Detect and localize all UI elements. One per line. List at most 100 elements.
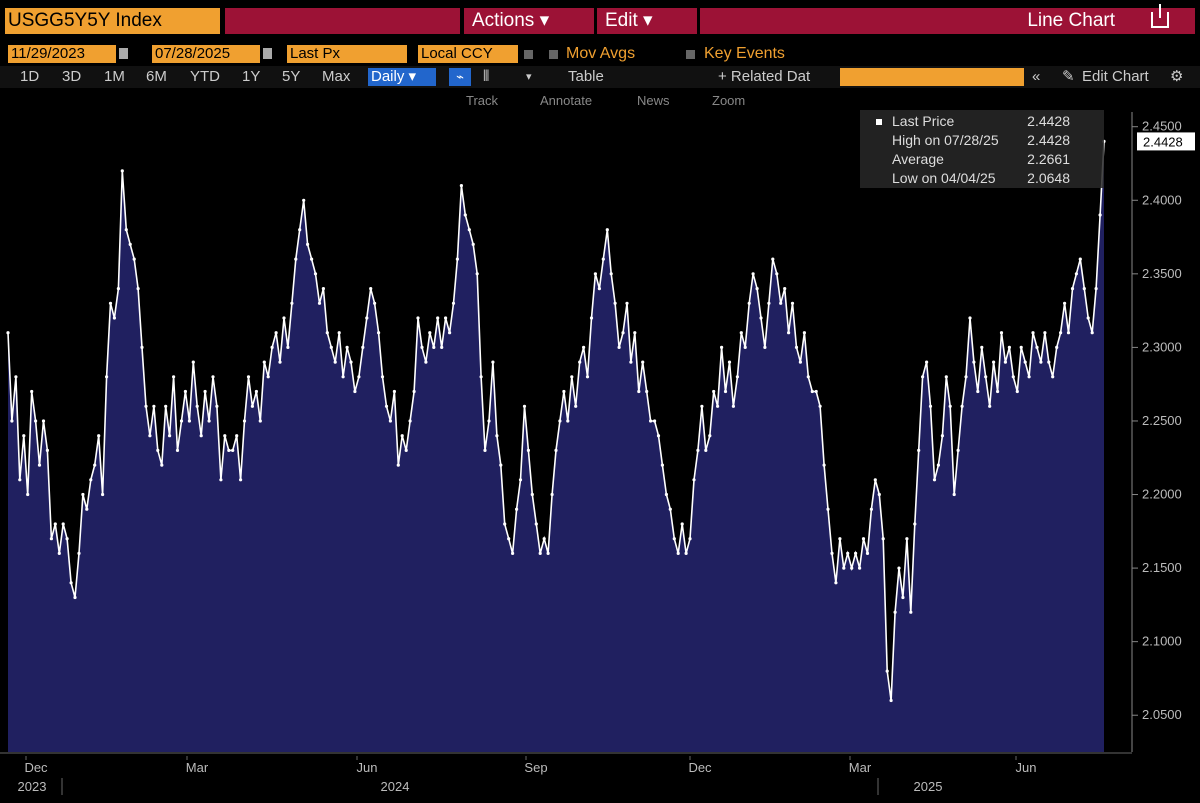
x-tick-label: Mar: [849, 760, 872, 775]
data-point: [313, 272, 318, 276]
data-point: [712, 389, 716, 394]
data-point: [420, 345, 424, 349]
data-point: [704, 448, 708, 452]
data-point: [136, 287, 140, 291]
data-point: [448, 331, 452, 335]
data-point: [976, 389, 980, 394]
data-point: [26, 492, 30, 497]
data-point: [416, 316, 420, 320]
data-point: [183, 389, 187, 394]
data-point: [802, 331, 807, 335]
data-point: [424, 360, 428, 364]
legend-row-average: Average 2.2661: [860, 150, 1104, 169]
data-point: [546, 551, 550, 556]
data-point: [818, 404, 822, 408]
legend-label: Last Price: [892, 113, 955, 129]
data-point: [629, 360, 633, 364]
data-point: [759, 316, 763, 320]
data-point: [168, 434, 172, 438]
data-point: [676, 551, 680, 556]
data-point: [467, 228, 471, 232]
data-point: [18, 478, 22, 482]
data-point: [1070, 287, 1075, 291]
x-year-label: 2024: [381, 779, 410, 794]
data-point: [518, 478, 523, 482]
data-point: [282, 316, 286, 320]
data-point: [858, 566, 862, 570]
data-point: [380, 375, 385, 379]
data-point: [1023, 360, 1027, 364]
y-tick-label: 2.2000: [1142, 487, 1182, 502]
data-point: [333, 360, 337, 364]
data-point: [972, 360, 976, 364]
data-point: [1074, 272, 1078, 276]
data-point: [37, 463, 42, 467]
data-point: [270, 345, 274, 349]
legend-row-high: High on 07/28/25 2.4428: [860, 131, 1104, 150]
y-tick-label: 2.1000: [1142, 634, 1182, 649]
data-point: [219, 478, 223, 482]
data-point: [341, 375, 345, 379]
data-point: [1051, 375, 1055, 379]
data-point: [290, 301, 294, 305]
data-point: [877, 492, 881, 497]
data-point: [239, 478, 243, 482]
data-point: [787, 331, 791, 335]
data-point: [120, 169, 124, 173]
data-point: [901, 595, 905, 600]
data-point: [680, 522, 684, 526]
data-point: [199, 434, 203, 438]
data-point: [215, 404, 219, 408]
data-point: [81, 492, 85, 497]
data-point: [384, 404, 389, 408]
data-point: [369, 287, 373, 291]
data-point: [6, 331, 10, 335]
x-tick-label: Jun: [357, 760, 378, 775]
data-point: [179, 419, 184, 423]
data-point: [108, 301, 113, 305]
data-point: [140, 345, 144, 349]
data-point: [1035, 345, 1039, 349]
data-point: [274, 331, 278, 335]
data-point: [771, 257, 775, 261]
data-point: [436, 316, 440, 320]
y-tick-label: 2.4000: [1142, 192, 1182, 207]
data-point: [475, 272, 479, 276]
data-point: [515, 507, 519, 511]
data-point: [77, 551, 81, 556]
data-point: [597, 287, 602, 291]
data-point: [400, 434, 404, 438]
data-point: [668, 507, 672, 511]
data-point: [440, 345, 444, 349]
legend-value: 2.4428: [1027, 113, 1070, 129]
data-point: [361, 345, 365, 349]
data-point: [294, 257, 298, 261]
data-point: [692, 478, 696, 482]
data-point: [254, 389, 258, 394]
data-point: [495, 434, 499, 438]
data-point: [10, 419, 14, 423]
data-point: [716, 404, 720, 408]
data-point: [377, 331, 381, 335]
x-tick-label: Dec: [24, 760, 48, 775]
data-point: [850, 566, 854, 570]
data-point: [822, 463, 826, 467]
data-point: [838, 537, 842, 541]
data-point: [585, 375, 590, 379]
data-point: [731, 404, 736, 408]
y-tick-label: 2.2500: [1142, 413, 1182, 428]
data-point: [45, 448, 50, 452]
data-point: [968, 316, 972, 320]
data-point: [93, 463, 97, 467]
data-point: [893, 610, 897, 614]
data-point: [262, 360, 266, 364]
data-point: [944, 375, 948, 379]
data-point: [1090, 331, 1094, 335]
data-point: [1031, 331, 1035, 335]
data-point: [30, 389, 34, 394]
data-point: [14, 375, 18, 379]
x-axis: Dec Mar Jun Sep Dec Mar Jun 2023 2024 2025: [0, 752, 1132, 795]
data-point: [830, 551, 834, 556]
data-point: [349, 360, 353, 364]
data-point: [905, 537, 909, 541]
